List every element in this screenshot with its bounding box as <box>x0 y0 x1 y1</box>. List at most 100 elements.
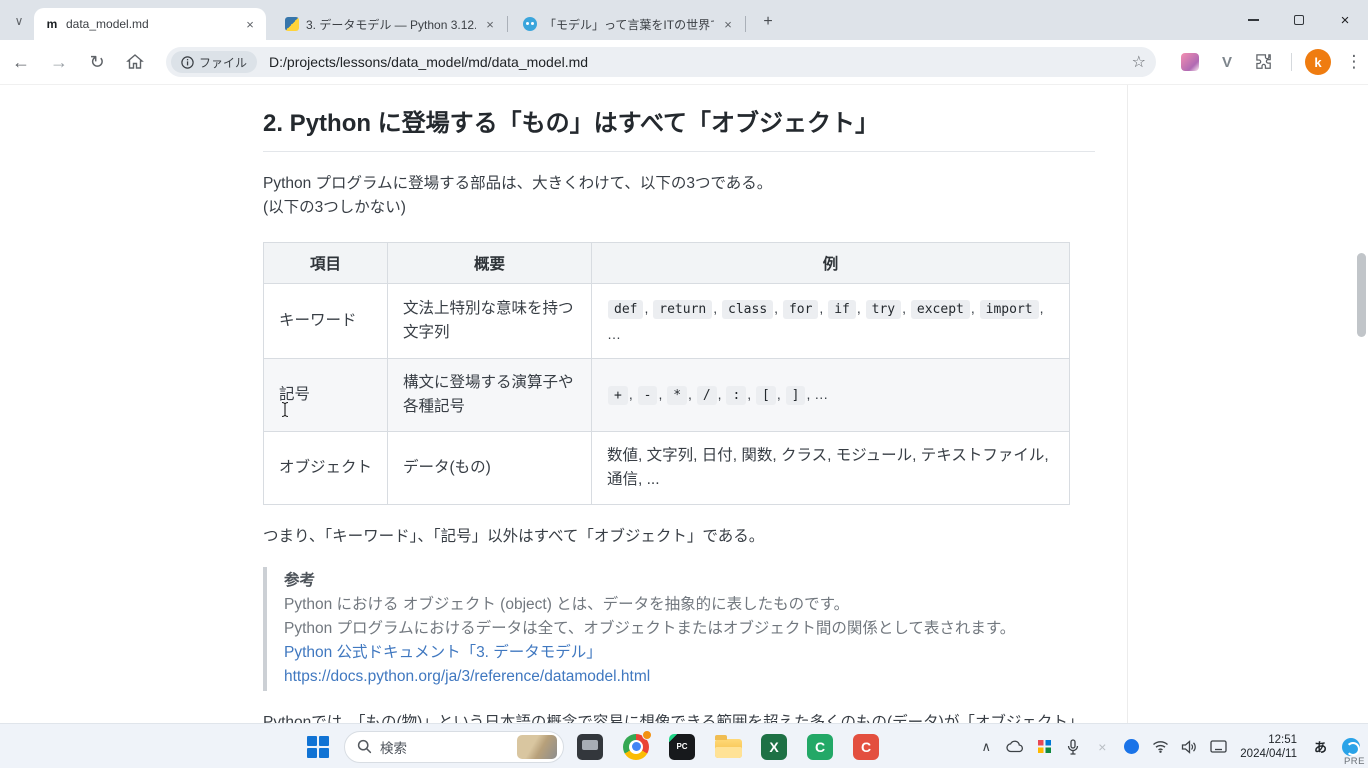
maximize-icon <box>1294 15 1304 25</box>
parts-table: 項目 概要 例 キーワード 文法上特別な意味を持つ文字列 def, return… <box>263 242 1070 505</box>
reference-links: Python 公式ドキュメント「3. データモデル」 https://docs.… <box>284 641 1095 689</box>
clock-time: 12:51 <box>1240 733 1297 747</box>
cell-item: オブジェクト <box>264 432 388 505</box>
taskbar-app-dark[interactable] <box>570 727 610 767</box>
taskbar-app-pycharm[interactable]: PC <box>662 727 702 767</box>
windows-preview-label: PRE <box>1344 756 1365 767</box>
browser-menu-button[interactable]: ⋮ <box>1340 52 1368 72</box>
hidden-icons-button[interactable]: ∧ <box>975 736 997 758</box>
app-grid-button[interactable] <box>1033 736 1055 758</box>
inactive-app-button[interactable]: × <box>1091 736 1113 758</box>
notification-icon <box>1342 738 1360 756</box>
toolbar-separator <box>1291 53 1292 71</box>
tab-python-docs[interactable]: 3. データモデル — Python 3.12.3 | × <box>274 8 506 40</box>
address-bar[interactable]: ファイル D:/projects/lessons/data_model/md/d… <box>166 47 1156 77</box>
running-app-button[interactable] <box>1120 736 1142 758</box>
tab-divider <box>507 16 508 32</box>
wifi-icon <box>1152 740 1169 753</box>
browser-window: ∨ m data_model.md × 3. データモデル — Python 3… <box>0 0 1368 768</box>
inline-code: [ <box>756 386 776 405</box>
inline-code: : <box>726 386 746 405</box>
intro-line-1: Python プログラムに登場する部品は、大きくわけて、以下の3つである。 <box>263 172 1095 196</box>
tab-close-icon[interactable]: × <box>242 16 258 32</box>
plus-icon: + <box>763 13 772 31</box>
window-controls: × <box>1230 0 1368 40</box>
extension-2-button[interactable]: V <box>1213 48 1241 76</box>
back-button[interactable]: ← <box>4 45 38 79</box>
url-text[interactable]: D:/projects/lessons/data_model/md/data_m… <box>269 54 1132 70</box>
volume-button[interactable] <box>1178 736 1200 758</box>
new-tab-button[interactable]: + <box>756 10 780 34</box>
extension-1-button[interactable] <box>1176 48 1204 76</box>
taskbar-app-chrome[interactable] <box>616 727 656 767</box>
close-window-button[interactable]: × <box>1322 0 1368 40</box>
system-tray: ∧ × <box>975 724 1362 768</box>
site-info-chip[interactable]: ファイル <box>171 51 257 73</box>
pen-tablet-button[interactable] <box>1207 736 1229 758</box>
cell-summary: 文法上特別な意味を持つ文字列 <box>388 284 592 359</box>
puzzle-icon <box>1255 53 1273 71</box>
taskbar-app-red-c[interactable]: C <box>846 727 886 767</box>
tab-title: data_model.md <box>66 17 236 31</box>
profile-avatar[interactable]: k <box>1305 49 1331 75</box>
python-docs-url-link[interactable]: https://docs.python.org/ja/3/reference/d… <box>284 665 1095 689</box>
taskbar-app-green-c[interactable]: C <box>800 727 840 767</box>
chevron-up-icon: ∧ <box>982 739 992 755</box>
x-icon: × <box>1098 739 1106 755</box>
tab-model-article[interactable]: 「モデル」って言葉をITの世界でよく × <box>512 8 744 40</box>
conclusion-paragraph: つまり、「キーワード」、「記号」以外はすべて「オブジェクト」である。 <box>263 525 1095 549</box>
heading-rule <box>263 151 1095 152</box>
column-header-example: 例 <box>592 243 1070 284</box>
onedrive-button[interactable] <box>1004 736 1026 758</box>
tablet-icon <box>1210 740 1227 753</box>
markdown-body: 2. Python に登場する「もの」はすべて「オブジェクト」 Python プ… <box>263 85 1095 723</box>
home-button[interactable] <box>118 45 152 79</box>
microphone-button[interactable] <box>1062 736 1084 758</box>
home-icon <box>126 53 144 71</box>
ime-mode-label: あ <box>1314 740 1327 755</box>
wifi-button[interactable] <box>1149 736 1171 758</box>
close-icon: × <box>1341 12 1350 29</box>
notification-center-button[interactable] <box>1340 736 1362 758</box>
inline-code: class <box>722 300 773 319</box>
scrollbar-thumb[interactable] <box>1357 253 1366 337</box>
site-info-label: ファイル <box>199 54 247 71</box>
tab-title: 3. データモデル — Python 3.12.3 | <box>306 16 476 33</box>
inline-code: + <box>608 386 628 405</box>
content-edge-divider <box>1127 85 1128 723</box>
page-content: 2. Python に登場する「もの」はすべて「オブジェクト」 Python プ… <box>0 85 1368 723</box>
tab-title: 「モデル」って言葉をITの世界でよく <box>544 16 714 33</box>
intro-paragraph: Python プログラムに登場する部品は、大きくわけて、以下の3つである。 (以… <box>263 172 1095 220</box>
kebab-menu-icon: ⋮ <box>1346 52 1363 71</box>
microphone-icon <box>1066 739 1080 755</box>
table-row-keyword: キーワード 文法上特別な意味を持つ文字列 def, return, class,… <box>264 284 1070 359</box>
search-icon <box>357 739 372 754</box>
extension-v-icon: V <box>1222 54 1232 71</box>
tab-data-model[interactable]: m data_model.md × <box>34 8 266 40</box>
cell-example: 数値, 文字列, 日付, 関数, クラス, モジュール, テキストファイル, 通… <box>592 432 1070 505</box>
tab-search-button[interactable]: ∨ <box>8 10 30 32</box>
browser-toolbar: ← → ↻ ファイル D:/projects/lessons/data_mode… <box>0 40 1368 85</box>
tab-close-icon[interactable]: × <box>720 16 736 32</box>
reload-button[interactable]: ↻ <box>80 45 114 79</box>
clock-date: 2024/04/11 <box>1240 747 1297 761</box>
maximize-button[interactable] <box>1276 0 1322 40</box>
taskbar-app-explorer[interactable] <box>708 727 748 767</box>
minimize-button[interactable] <box>1230 0 1276 40</box>
inline-code: for <box>783 300 818 319</box>
ime-indicator[interactable]: あ <box>1308 737 1333 756</box>
table-row-symbol: 記号 構文に登場する演算子や各種記号 +, -, *, /, :, [, ], … <box>264 359 1070 432</box>
taskbar-app-excel[interactable]: X <box>754 727 794 767</box>
start-button[interactable] <box>298 727 338 767</box>
forward-button[interactable]: → <box>42 45 76 79</box>
toolbar-extensions: V k ⋮ <box>1176 48 1368 76</box>
python-docs-link[interactable]: Python 公式ドキュメント「3. データモデル」 <box>284 641 1095 665</box>
taskbar-clock[interactable]: 12:51 2024/04/11 <box>1236 733 1301 761</box>
inline-code: / <box>697 386 717 405</box>
extensions-menu-button[interactable] <box>1250 48 1278 76</box>
text-cursor <box>279 401 291 418</box>
taskbar-search-box[interactable]: 検索 <box>344 731 564 763</box>
reference-label: 参考 <box>284 569 1095 593</box>
tab-close-icon[interactable]: × <box>482 16 498 32</box>
bookmark-star-icon[interactable]: ☆ <box>1132 52 1146 72</box>
